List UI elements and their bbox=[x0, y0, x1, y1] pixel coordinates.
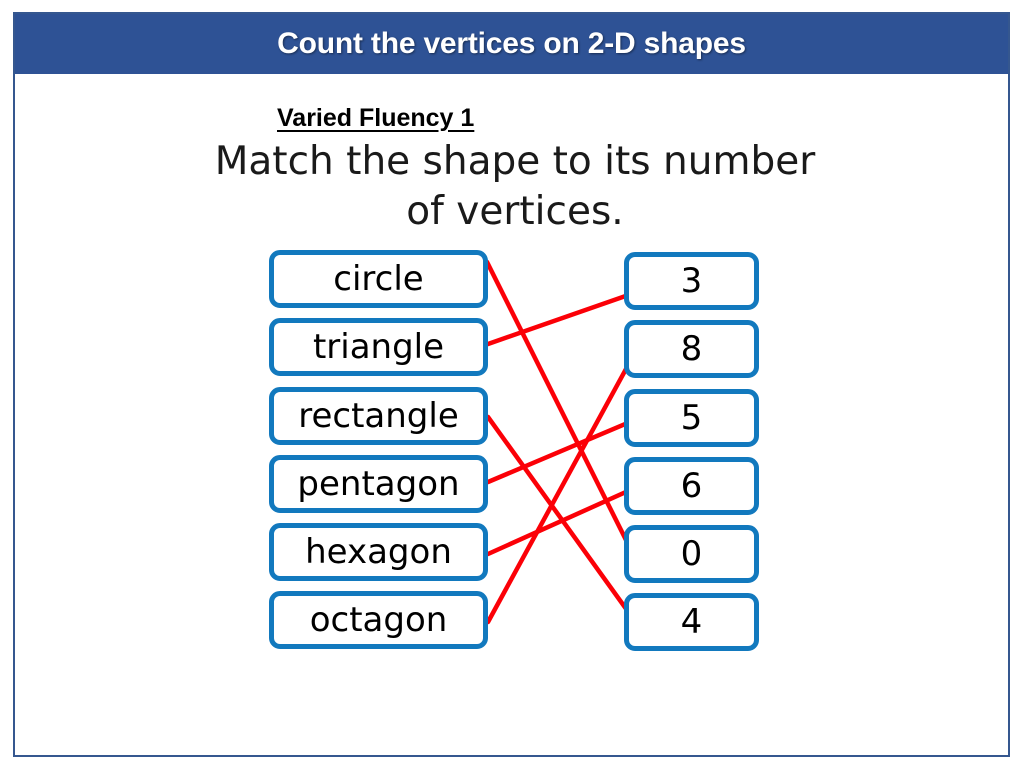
shape-box-label: triangle bbox=[312, 327, 445, 367]
shape-box-rectangle[interactable]: rectangle bbox=[269, 387, 488, 445]
number-box-4[interactable]: 4 bbox=[624, 593, 759, 651]
shape-box-hexagon[interactable]: hexagon bbox=[269, 523, 488, 581]
number-box-label: 6 bbox=[680, 466, 703, 506]
shape-box-label: pentagon bbox=[297, 464, 460, 504]
shape-box-pentagon[interactable]: pentagon bbox=[269, 455, 488, 513]
title-banner: Count the vertices on 2-D shapes bbox=[15, 14, 1008, 74]
number-box-3[interactable]: 3 bbox=[624, 252, 759, 310]
number-box-8[interactable]: 8 bbox=[624, 320, 759, 378]
shape-box-label: rectangle bbox=[298, 396, 459, 436]
connector-lines bbox=[484, 259, 641, 627]
number-box-label: 3 bbox=[680, 261, 703, 301]
page-title: Count the vertices on 2-D shapes bbox=[277, 27, 746, 60]
shape-box-label: hexagon bbox=[305, 532, 452, 572]
slide-content: Varied Fluency 1 Match the shape to its … bbox=[15, 74, 1008, 755]
matching-activity: circle triangle rectangle pentagon hexagon oc… bbox=[15, 74, 1012, 759]
number-box-label: 5 bbox=[680, 398, 703, 438]
shape-box-circle[interactable]: circle bbox=[269, 250, 488, 308]
shape-box-octagon[interactable]: octagon bbox=[269, 591, 488, 649]
slide-frame: Count the vertices on 2-D shapes Varied … bbox=[13, 12, 1010, 757]
connector-triangle-to-3 bbox=[485, 289, 640, 347]
shape-box-label: octagon bbox=[309, 600, 448, 640]
shape-box-triangle[interactable]: triangle bbox=[269, 318, 488, 376]
connector-rectangle-to-4 bbox=[485, 414, 640, 627]
shape-box-label: circle bbox=[333, 259, 424, 299]
connector-hexagon-to-6 bbox=[485, 484, 640, 557]
number-box-6[interactable]: 6 bbox=[624, 457, 759, 515]
number-box-5[interactable]: 5 bbox=[624, 389, 759, 447]
number-box-label: 0 bbox=[680, 534, 703, 574]
number-box-0[interactable]: 0 bbox=[624, 525, 759, 583]
connector-octagon-to-8 bbox=[485, 344, 641, 625]
connector-circle-to-0 bbox=[484, 259, 640, 565]
number-box-label: 4 bbox=[680, 602, 703, 642]
number-box-label: 8 bbox=[680, 329, 703, 369]
connector-pentagon-to-5 bbox=[485, 416, 640, 485]
